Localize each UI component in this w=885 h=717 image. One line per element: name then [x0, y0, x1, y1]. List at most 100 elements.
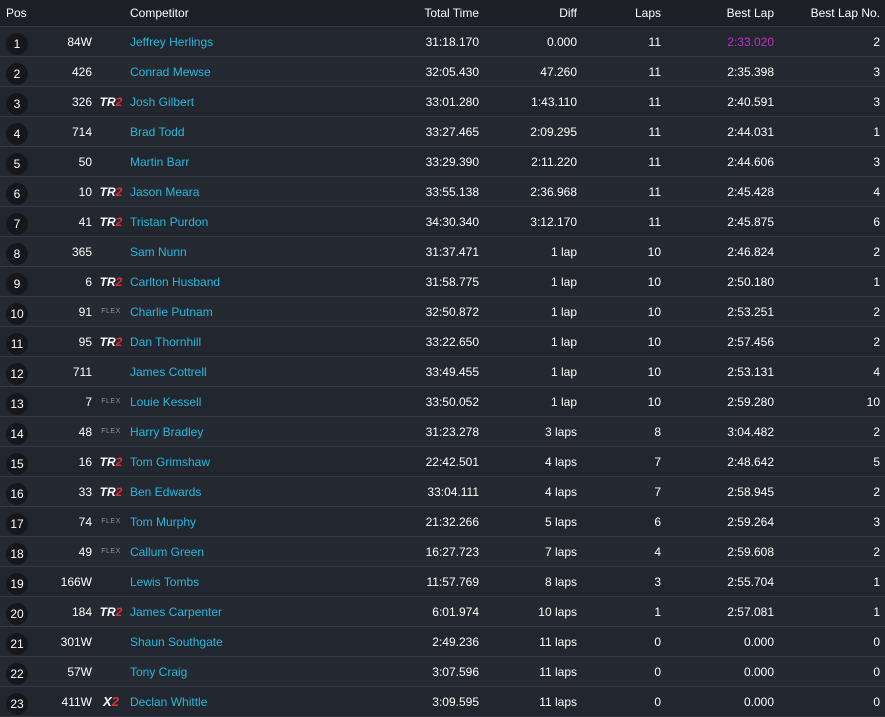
table-row[interactable]: 17 74 FLEX Tom Murphy 21:32.266 5 laps 6 2:59.2… [0, 507, 885, 537]
competitor-link[interactable]: Jeffrey Herlings [130, 35, 213, 49]
pos-cell: 13 [0, 389, 60, 415]
competitor-link[interactable]: Josh Gilbert [130, 95, 194, 109]
table-row[interactable]: 2 426 Conrad Mewse 32:05.430 47.260 11 2:35.39… [0, 57, 885, 87]
position-badge: 11 [6, 332, 28, 355]
best-lap: 2:57.456 [727, 334, 774, 349]
header-best-lap[interactable]: Best Lap [661, 6, 774, 20]
competitor-link[interactable]: Harry Bradley [130, 425, 203, 439]
laps: 10 [647, 334, 661, 349]
table-row[interactable]: 7 41 TR2 Tristan Purdon 34:30.340 3:12.170 11 2… [0, 207, 885, 237]
race-number: 7 [85, 394, 92, 409]
diff: 1:43.110 [531, 94, 577, 109]
table-row[interactable]: 23 411W X2 Declan Whittle 3:09.595 11 laps 0 0.… [0, 687, 885, 717]
competitor-link[interactable]: Tony Craig [130, 665, 187, 679]
flex-badge-icon: FLEX [101, 428, 121, 435]
laps: 0 [654, 694, 661, 709]
table-row[interactable]: 14 48 FLEX Harry Bradley 31:23.278 3 laps 8 3:0… [0, 417, 885, 447]
diff: 1 lap [550, 364, 577, 379]
best-lap: 2:44.031 [727, 124, 774, 139]
table-row[interactable]: 1 84W Jeffrey Herlings 31:18.170 0.000 11 2:33… [0, 27, 885, 57]
competitor-link[interactable]: Jason Meara [130, 185, 199, 199]
competitor-link[interactable]: Brad Todd [130, 125, 185, 139]
class-badge: TR2 [92, 185, 130, 199]
flex-badge-icon: FLEX [101, 548, 121, 555]
pos-cell: 16 [0, 479, 60, 505]
table-row[interactable]: 20 184 TR2 James Carpenter 6:01.974 10 laps 1 2… [0, 597, 885, 627]
pos-cell: 12 [0, 359, 60, 385]
table-row[interactable]: 4 714 Brad Todd 33:27.465 2:09.295 11 2:44.031… [0, 117, 885, 147]
total-time: 33:04.111 [427, 484, 479, 499]
table-row[interactable]: 19 166W Lewis Tombs 11:57.769 8 laps 3 2:55.70… [0, 567, 885, 597]
header-competitor[interactable]: Competitor [130, 6, 350, 20]
competitor-link[interactable]: Tristan Purdon [130, 215, 208, 229]
race-number: 49 [78, 544, 92, 559]
header-pos[interactable]: Pos [0, 6, 60, 20]
pos-cell: 8 [0, 239, 60, 265]
competitor-link[interactable]: James Carpenter [130, 605, 222, 619]
diff: 5 laps [544, 514, 577, 529]
table-row[interactable]: 6 10 TR2 Jason Meara 33:55.138 2:36.968 11 2:45… [0, 177, 885, 207]
best-lap-no: 2 [873, 484, 880, 499]
best-lap-no: 0 [873, 664, 880, 679]
table-row[interactable]: 16 33 TR2 Ben Edwards 33:04.111 4 laps 7 2:58.9… [0, 477, 885, 507]
table-row[interactable]: 9 6 TR2 Carlton Husband 31:58.775 1 lap 10 2:50… [0, 267, 885, 297]
competitor-link[interactable]: Callum Green [130, 545, 204, 559]
total-time: 3:07.596 [432, 664, 479, 679]
competitor-link[interactable]: James Cottrell [130, 365, 207, 379]
best-lap-no: 2 [873, 244, 880, 259]
competitor-link[interactable]: Tom Grimshaw [130, 455, 210, 469]
table-row[interactable]: 15 16 TR2 Tom Grimshaw 22:42.501 4 laps 7 2:48.… [0, 447, 885, 477]
diff: 11 laps [539, 694, 577, 709]
pos-cell: 14 [0, 419, 60, 445]
header-total-time[interactable]: Total Time [350, 6, 479, 20]
tr2-badge-icon: TR2 [99, 454, 123, 469]
header-laps[interactable]: Laps [577, 6, 661, 20]
table-row[interactable]: 18 49 FLEX Callum Green 16:27.723 7 laps 4 2:59… [0, 537, 885, 567]
tr2-badge-icon: TR2 [99, 274, 123, 289]
competitor-name-cell: Jason Meara [130, 185, 350, 199]
competitor-link[interactable]: Charlie Putnam [130, 305, 213, 319]
pos-cell: 3 [0, 89, 60, 115]
competitor-link[interactable]: Carlton Husband [130, 275, 220, 289]
laps: 7 [654, 454, 661, 469]
table-row[interactable]: 21 301W Shaun Southgate 2:49.236 11 laps 0 0.0… [0, 627, 885, 657]
competitor-name-cell: Louie Kessell [130, 395, 350, 409]
competitor-link[interactable]: Tom Murphy [130, 515, 196, 529]
competitor-link[interactable]: Shaun Southgate [130, 635, 223, 649]
laps: 0 [654, 634, 661, 649]
table-row[interactable]: 5 50 Martin Barr 33:29.390 2:11.220 11 2:44.60… [0, 147, 885, 177]
laps: 0 [654, 664, 661, 679]
competitor-link[interactable]: Declan Whittle [130, 695, 207, 709]
header-diff[interactable]: Diff [479, 6, 577, 20]
laps: 11 [648, 154, 661, 169]
table-row[interactable]: 11 95 TR2 Dan Thornhill 33:22.650 1 lap 10 2:57… [0, 327, 885, 357]
competitor-name-cell: James Carpenter [130, 605, 350, 619]
laps: 11 [648, 34, 661, 49]
best-lap: 3:04.482 [727, 424, 774, 439]
competitor-link[interactable]: Dan Thornhill [130, 335, 201, 349]
total-time: 22:42.501 [425, 454, 479, 469]
competitor-name-cell: Ben Edwards [130, 485, 350, 499]
competitor-link[interactable]: Martin Barr [130, 155, 189, 169]
best-lap: 2:45.428 [727, 184, 774, 199]
laps: 10 [647, 304, 661, 319]
diff: 7 laps [544, 544, 577, 559]
table-row[interactable]: 22 57W Tony Craig 3:07.596 11 laps 0 0.000 0 [0, 657, 885, 687]
competitor-link[interactable]: Louie Kessell [130, 395, 201, 409]
table-row[interactable]: 10 91 FLEX Charlie Putnam 32:50.872 1 lap 10 2:… [0, 297, 885, 327]
competitor-link[interactable]: Lewis Tombs [130, 575, 199, 589]
competitor-link[interactable]: Conrad Mewse [130, 65, 211, 79]
table-row[interactable]: 12 711 James Cottrell 33:49.455 1 lap 10 2:53.… [0, 357, 885, 387]
total-time: 31:23.278 [425, 424, 479, 439]
competitor-link[interactable]: Ben Edwards [130, 485, 201, 499]
table-row[interactable]: 3 326 TR2 Josh Gilbert 33:01.280 1:43.110 11 2:… [0, 87, 885, 117]
header-best-lap-no[interactable]: Best Lap No. [774, 6, 880, 20]
diff: 0.000 [546, 34, 577, 49]
table-row[interactable]: 13 7 FLEX Louie Kessell 33:50.052 1 lap 10 2:59… [0, 387, 885, 417]
diff: 11 laps [539, 634, 577, 649]
position-badge: 22 [6, 662, 28, 685]
best-lap-no: 1 [873, 274, 880, 289]
class-badge: TR2 [92, 95, 130, 109]
table-row[interactable]: 8 365 Sam Nunn 31:37.471 1 lap 10 2:46.824 2 [0, 237, 885, 267]
competitor-link[interactable]: Sam Nunn [130, 245, 187, 259]
